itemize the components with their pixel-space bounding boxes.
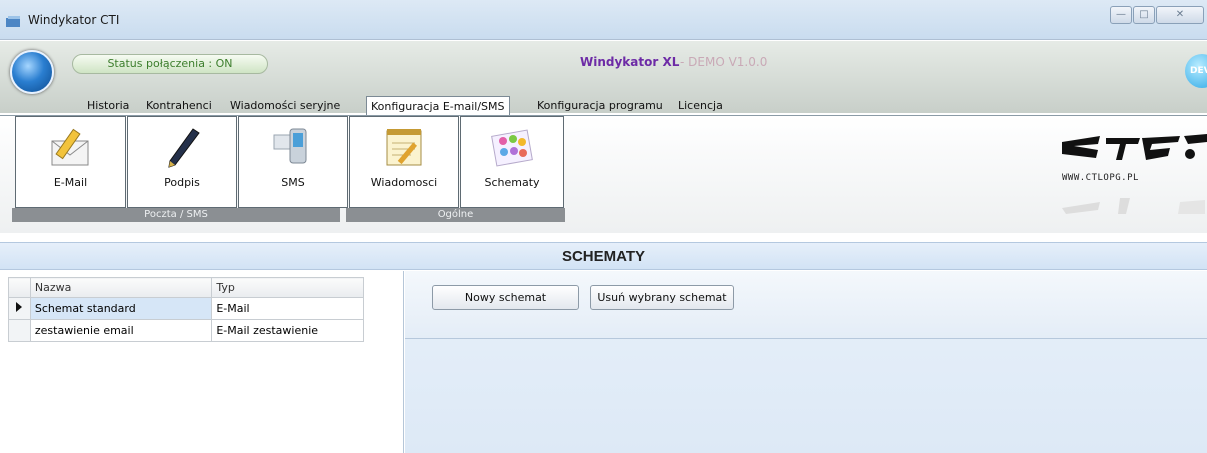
tab-historia[interactable]: Historia [87,96,129,116]
title-bar: Windykator CTI — □ ✕ [0,0,1207,40]
tab-konfiguracja-email-sms[interactable]: Konfiguracja E-mail/SMS [366,96,510,116]
messages-button[interactable]: Wiadomosci [349,116,459,208]
messages-button-label: Wiadomosci [370,176,438,189]
pen-icon [168,128,200,168]
row-indicator-header [8,277,31,298]
cell-name[interactable]: zestawienie email [29,319,213,342]
schemes-button-label: Schematy [484,176,540,189]
minimize-icon: — [1116,9,1126,20]
tab-wiadomosci-seryjne[interactable]: Wiadomości seryjne [230,96,340,116]
phone-icon [273,128,307,164]
email-button[interactable]: E-Mail [15,116,126,208]
row-indicator [8,319,31,342]
email-icon [51,128,88,166]
cell-name[interactable]: Schemat standard [29,297,213,320]
cell-type[interactable]: E-Mail zestawienie [211,319,364,342]
tab-kontrahenci[interactable]: Kontrahenci [146,96,212,116]
palette-icon [491,129,533,167]
email-button-label: E-Mail [53,176,88,189]
notepad-icon [386,129,422,166]
signature-button[interactable]: Podpis [127,116,237,208]
row-selected-arrow-icon [8,297,31,320]
schemes-button[interactable]: Schematy [460,116,564,208]
table-row[interactable]: zestawienie email E-Mail zestawienie [8,319,364,342]
page-title: SCHEMATY [561,248,646,265]
schemes-table: Nazwa Typ Schemat standard E-Mail zestaw… [8,277,364,342]
new-scheme-button[interactable]: Nowy schemat [432,285,579,310]
group-ogolne: Ogólne [346,208,565,222]
logo-url: WWW.CTLOPG.PL [1062,173,1139,183]
ctl-logo: WWW.CTLOPG.PL [1062,134,1207,214]
sms-button[interactable]: SMS [238,116,348,208]
close-icon: ✕ [1175,9,1185,20]
sms-button-label: SMS [281,176,305,189]
app-icon [6,16,20,27]
window-title: Windykator CTI [28,13,120,27]
column-header-nazwa[interactable]: Nazwa [29,277,213,298]
delete-scheme-button[interactable]: Usuń wybrany schemat [590,285,734,310]
cell-type[interactable]: E-Mail [211,297,364,320]
group-poczta-sms: Poczta / SMS [12,208,340,222]
column-header-typ[interactable]: Typ [211,277,364,298]
globe-icon[interactable] [10,50,54,94]
close-button[interactable]: ✕ [1156,6,1204,24]
maximize-icon: □ [1139,9,1149,20]
product-version: - DEMO V1.0.0 [680,55,768,69]
signature-button-label: Podpis [164,176,200,189]
product-title: Windykator XL [580,55,680,69]
tab-licencja[interactable]: Licencja [678,96,723,116]
maximize-button[interactable]: □ [1133,6,1155,24]
connection-status: Status połączenia : ON [72,54,268,74]
table-row[interactable]: Schemat standard E-Mail [8,297,364,320]
section-header: SCHEMATY [0,242,1207,270]
table-header: Nazwa Typ [8,277,364,298]
minimize-button[interactable]: — [1110,6,1132,24]
tab-konfiguracja-programu[interactable]: Konfiguracja programu [537,96,663,116]
